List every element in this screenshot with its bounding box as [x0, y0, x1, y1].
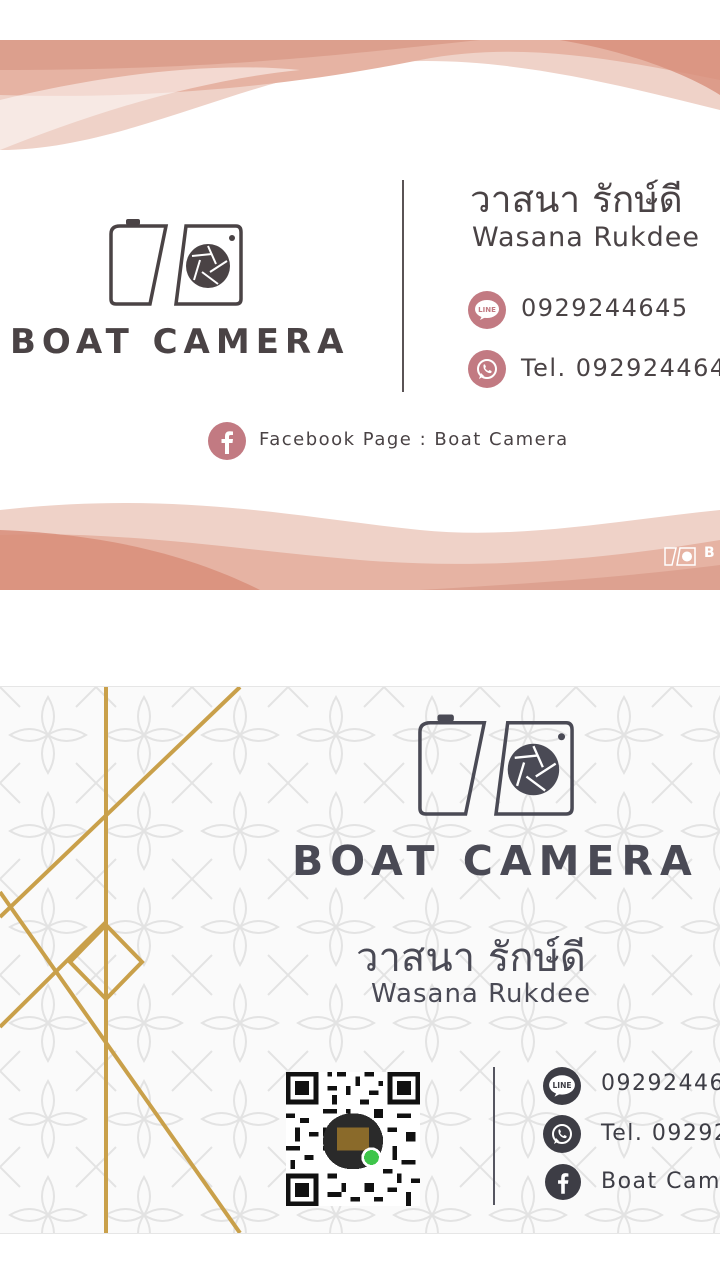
name-english: Wasana Rukdee	[472, 222, 701, 253]
name-thai: วาสนา รักษ์ดี	[470, 178, 683, 221]
brand-name: BOAT CAMERA	[10, 322, 350, 362]
brand-name: BOAT CAMERA	[292, 837, 699, 885]
tel-number[interactable]: Tel. 0929244645	[521, 354, 720, 382]
svg-text:LINE: LINE	[478, 306, 496, 314]
facebook-page-text[interactable]: Boat Camera	[601, 1169, 720, 1194]
line-phone-number[interactable]: 0929244645	[521, 294, 689, 322]
vertical-divider	[402, 180, 404, 392]
vertical-divider	[493, 1067, 495, 1205]
facebook-page-text[interactable]: Facebook Page : Boat Camera	[259, 429, 569, 450]
line-icon: LINE	[468, 291, 506, 329]
line-icon: LINE	[543, 1067, 581, 1105]
facebook-icon	[545, 1164, 581, 1200]
tel-number[interactable]: Tel. 0929244645	[601, 1121, 720, 1146]
whatsapp-icon	[543, 1115, 581, 1153]
line-phone-number[interactable]: 0929244645	[601, 1071, 720, 1096]
business-card-gold: BOAT CAMERA วาสนา รักษ์ดี Wasana Rukdee …	[0, 686, 720, 1234]
whatsapp-icon	[468, 350, 506, 388]
svg-text:LINE: LINE	[552, 1081, 571, 1090]
facebook-icon	[208, 422, 246, 460]
mini-brand-text: B	[704, 545, 715, 561]
camera-logo-icon	[418, 714, 574, 816]
name-english: Wasana Rukdee	[371, 979, 592, 1009]
mini-camera-logo-icon	[664, 547, 696, 566]
camera-logo-icon	[109, 219, 243, 306]
qr-code[interactable]	[286, 1072, 420, 1206]
business-card-pink: BOAT CAMERA วาสนา รักษ์ดี Wasana Rukdee …	[0, 40, 720, 590]
